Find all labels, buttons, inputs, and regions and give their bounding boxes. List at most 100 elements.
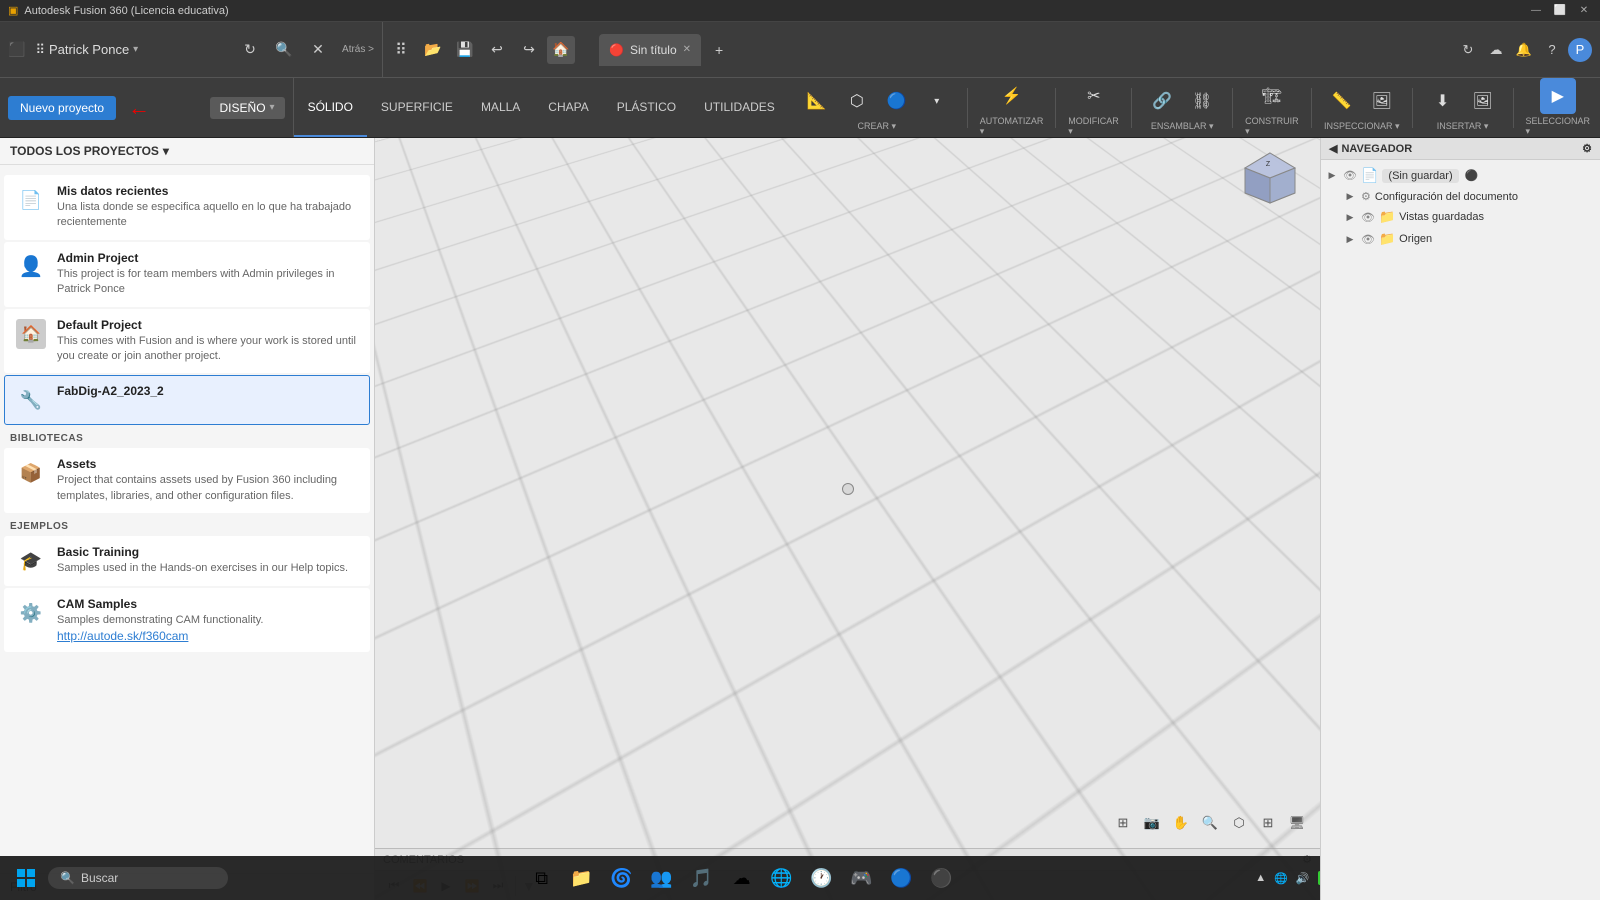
taskbar-explorer[interactable]: 📁 — [564, 860, 600, 896]
close-panel-button[interactable]: ✕ — [304, 36, 332, 64]
tab-malla[interactable]: MALLA — [467, 78, 534, 137]
tree-item-unsaved[interactable]: ▶ 👁 📄 (Sin guardar) ⚫ — [1321, 164, 1600, 187]
pan-icon[interactable]: ✋ — [1168, 810, 1194, 836]
insertar-button2[interactable]: 🖼 — [1465, 83, 1501, 119]
notification-icon[interactable]: 🔔 — [1512, 38, 1536, 62]
dot-icon: ⚫ — [1465, 169, 1479, 182]
project-item-basic-training[interactable]: 🎓 Basic Training Samples used in the Han… — [4, 536, 370, 586]
tab-superficie[interactable]: SUPERFICIE — [367, 78, 467, 137]
cloud-icon[interactable]: ☁ — [1484, 38, 1508, 62]
document-tab[interactable]: 🔴 Sin título ✕ — [599, 34, 701, 66]
taskbar-teams[interactable]: 👥 — [644, 860, 680, 896]
insertar-button1[interactable]: ⬇ — [1425, 83, 1461, 119]
crear-sketch-button[interactable]: 📐 — [799, 83, 835, 119]
crear-dropdown-button[interactable]: ▾ — [919, 83, 955, 119]
inspeccionar-button1[interactable]: 📏 — [1324, 83, 1360, 119]
ensamblar-button1[interactable]: 🔗 — [1144, 83, 1180, 119]
back-label[interactable]: Atrás > — [338, 44, 374, 55]
snap-icon[interactable]: ⊞ — [1110, 810, 1136, 836]
crear-extrude-button[interactable]: ⬡ — [839, 83, 875, 119]
viewport-canvas[interactable]: Z — [375, 138, 1320, 840]
eye-icon[interactable]: 👁 — [1343, 169, 1357, 182]
taskbar-apps: ⧉ 📁 🌀 👥 🎵 ☁ 🌐 🕐 🎮 🔵 ⚫ — [232, 860, 1251, 896]
cube-orientation[interactable]: Z — [1240, 148, 1300, 208]
document-tab-close[interactable]: ✕ — [683, 44, 691, 55]
zoom-icon[interactable]: 🔍 — [1197, 810, 1223, 836]
basic-training-desc: Samples used in the Hands-on exercises i… — [57, 561, 359, 576]
close-button[interactable]: ✕ — [1576, 3, 1592, 19]
content-area: TODOS LOS PROYECTOS ▾ 📄 Mis datos recien… — [0, 138, 1600, 900]
fusion-logo-icon: ⬛ — [8, 41, 25, 58]
admin-project-icon: 👤 — [15, 251, 47, 283]
viewport[interactable]: ◀ NAVEGADOR ⚙ ▶ 👁 📄 (Sin guardar) ⚫ — [375, 138, 1600, 900]
taskbar-edge[interactable]: 🌀 — [604, 860, 640, 896]
redo-button[interactable]: ↪ — [515, 36, 543, 64]
construir-button[interactable]: 🏗 — [1254, 78, 1290, 114]
crear-revolve-button[interactable]: 🔵 — [879, 83, 915, 119]
taskbar-network-icon[interactable]: 🌐 — [1274, 872, 1288, 885]
save-button[interactable]: 💾 — [451, 36, 479, 64]
taskbar-time-zone[interactable]: 🕐 — [804, 860, 840, 896]
modificar-button[interactable]: ✂ — [1076, 78, 1112, 114]
view-cube-icon[interactable]: ⬡ — [1226, 810, 1252, 836]
origen-eye-icon[interactable]: 👁 — [1361, 233, 1375, 246]
taskbar-volume-icon[interactable]: 🔊 — [1296, 872, 1310, 885]
project-item-default[interactable]: 🏠 Default Project This comes with Fusion… — [4, 309, 370, 374]
tab-utilidades[interactable]: UTILIDADES — [690, 78, 789, 137]
display-settings-icon[interactable]: 🖥 — [1284, 810, 1310, 836]
left-panel-header: TODOS LOS PROYECTOS ▾ — [0, 138, 374, 165]
undo-button[interactable]: ↩ — [483, 36, 511, 64]
apps-grid-button[interactable]: ⠿ — [387, 36, 415, 64]
basic-training-icon: 🎓 — [15, 545, 47, 577]
ensamblar-button2[interactable]: ⛓ — [1184, 83, 1220, 119]
tree-item-origen[interactable]: ▶ 👁 📁 Origen — [1321, 228, 1600, 250]
taskbar-up-icon[interactable]: ▲ — [1255, 872, 1266, 884]
mis-datos-icon: 📄 — [15, 184, 47, 216]
project-item-cam-samples[interactable]: ⚙️ CAM Samples Samples demonstrating CAM… — [4, 588, 370, 651]
nuevo-proyecto-button[interactable]: Nuevo proyecto — [8, 96, 116, 120]
inspeccionar-button2[interactable]: 🖼 — [1364, 83, 1400, 119]
project-item-mis-datos[interactable]: 📄 Mis datos recientes Una lista donde se… — [4, 175, 370, 240]
vistas-eye-icon[interactable]: 👁 — [1361, 211, 1375, 224]
cam-samples-link[interactable]: http://autode.sk/f360cam — [57, 629, 359, 643]
taskbar-chrome[interactable]: 🌐 — [764, 860, 800, 896]
grid-toggle-icon[interactable]: ⊞ — [1255, 810, 1281, 836]
new-tab-button[interactable]: + — [705, 36, 733, 64]
start-button[interactable] — [8, 860, 44, 896]
all-projects-label: TODOS LOS PROYECTOS — [10, 144, 159, 158]
tab-plastico[interactable]: PLÁSTICO — [603, 78, 690, 137]
taskbar-app-unknown[interactable]: 🔵 — [884, 860, 920, 896]
taskbar-music[interactable]: 🎵 — [684, 860, 720, 896]
tab-chapa[interactable]: CHAPA — [534, 78, 602, 137]
tree-item-vistas[interactable]: ▶ 👁 📁 Vistas guardadas — [1321, 206, 1600, 228]
home-button[interactable]: 🏠 — [547, 36, 575, 64]
window-controls[interactable]: — ⬜ ✕ — [1528, 3, 1592, 19]
project-item-admin[interactable]: 👤 Admin Project This project is for team… — [4, 242, 370, 307]
taskbar-search[interactable]: 🔍 Buscar — [48, 867, 228, 889]
taskbar-fusion[interactable]: ⚫ — [924, 860, 960, 896]
tree-item-config[interactable]: ▶ ⚙ Configuración del documento — [1321, 187, 1600, 206]
navigator-collapse-button[interactable]: ◀ NAVEGADOR — [1329, 142, 1412, 155]
display-mode-icon[interactable]: 📷 — [1139, 810, 1165, 836]
automatizar-button[interactable]: ⚡ — [994, 78, 1030, 114]
design-mode-button[interactable]: DISEÑO ▾ — [210, 97, 285, 119]
project-item-fabdig[interactable]: 🔧 FabDig-A2_2023_2 — [4, 375, 370, 425]
open-button[interactable]: 📂 — [419, 36, 447, 64]
maximize-button[interactable]: ⬜ — [1552, 3, 1568, 19]
refresh-button[interactable]: ↻ — [236, 36, 264, 64]
taskbar-games[interactable]: 🎮 — [844, 860, 880, 896]
separator-3 — [1131, 88, 1132, 128]
taskbar-task-view[interactable]: ⧉ — [524, 860, 560, 896]
taskbar-onedrive[interactable]: ☁ — [724, 860, 760, 896]
navigator-settings-icon[interactable]: ⚙ — [1582, 142, 1592, 155]
minimize-button[interactable]: — — [1528, 3, 1544, 19]
project-item-assets[interactable]: 📦 Assets Project that contains assets us… — [4, 448, 370, 513]
tab-solido[interactable]: SÓLIDO — [294, 78, 367, 137]
assets-name: Assets — [57, 457, 359, 471]
search-button[interactable]: 🔍 — [270, 36, 298, 64]
help-icon[interactable]: ? — [1540, 38, 1564, 62]
refresh-icon[interactable]: ↻ — [1456, 38, 1480, 62]
user-avatar-icon[interactable]: P — [1568, 38, 1592, 62]
user-menu[interactable]: ⠿ Patrick Ponce ▾ — [35, 42, 138, 58]
seleccionar-button[interactable]: ▶ — [1540, 78, 1576, 114]
